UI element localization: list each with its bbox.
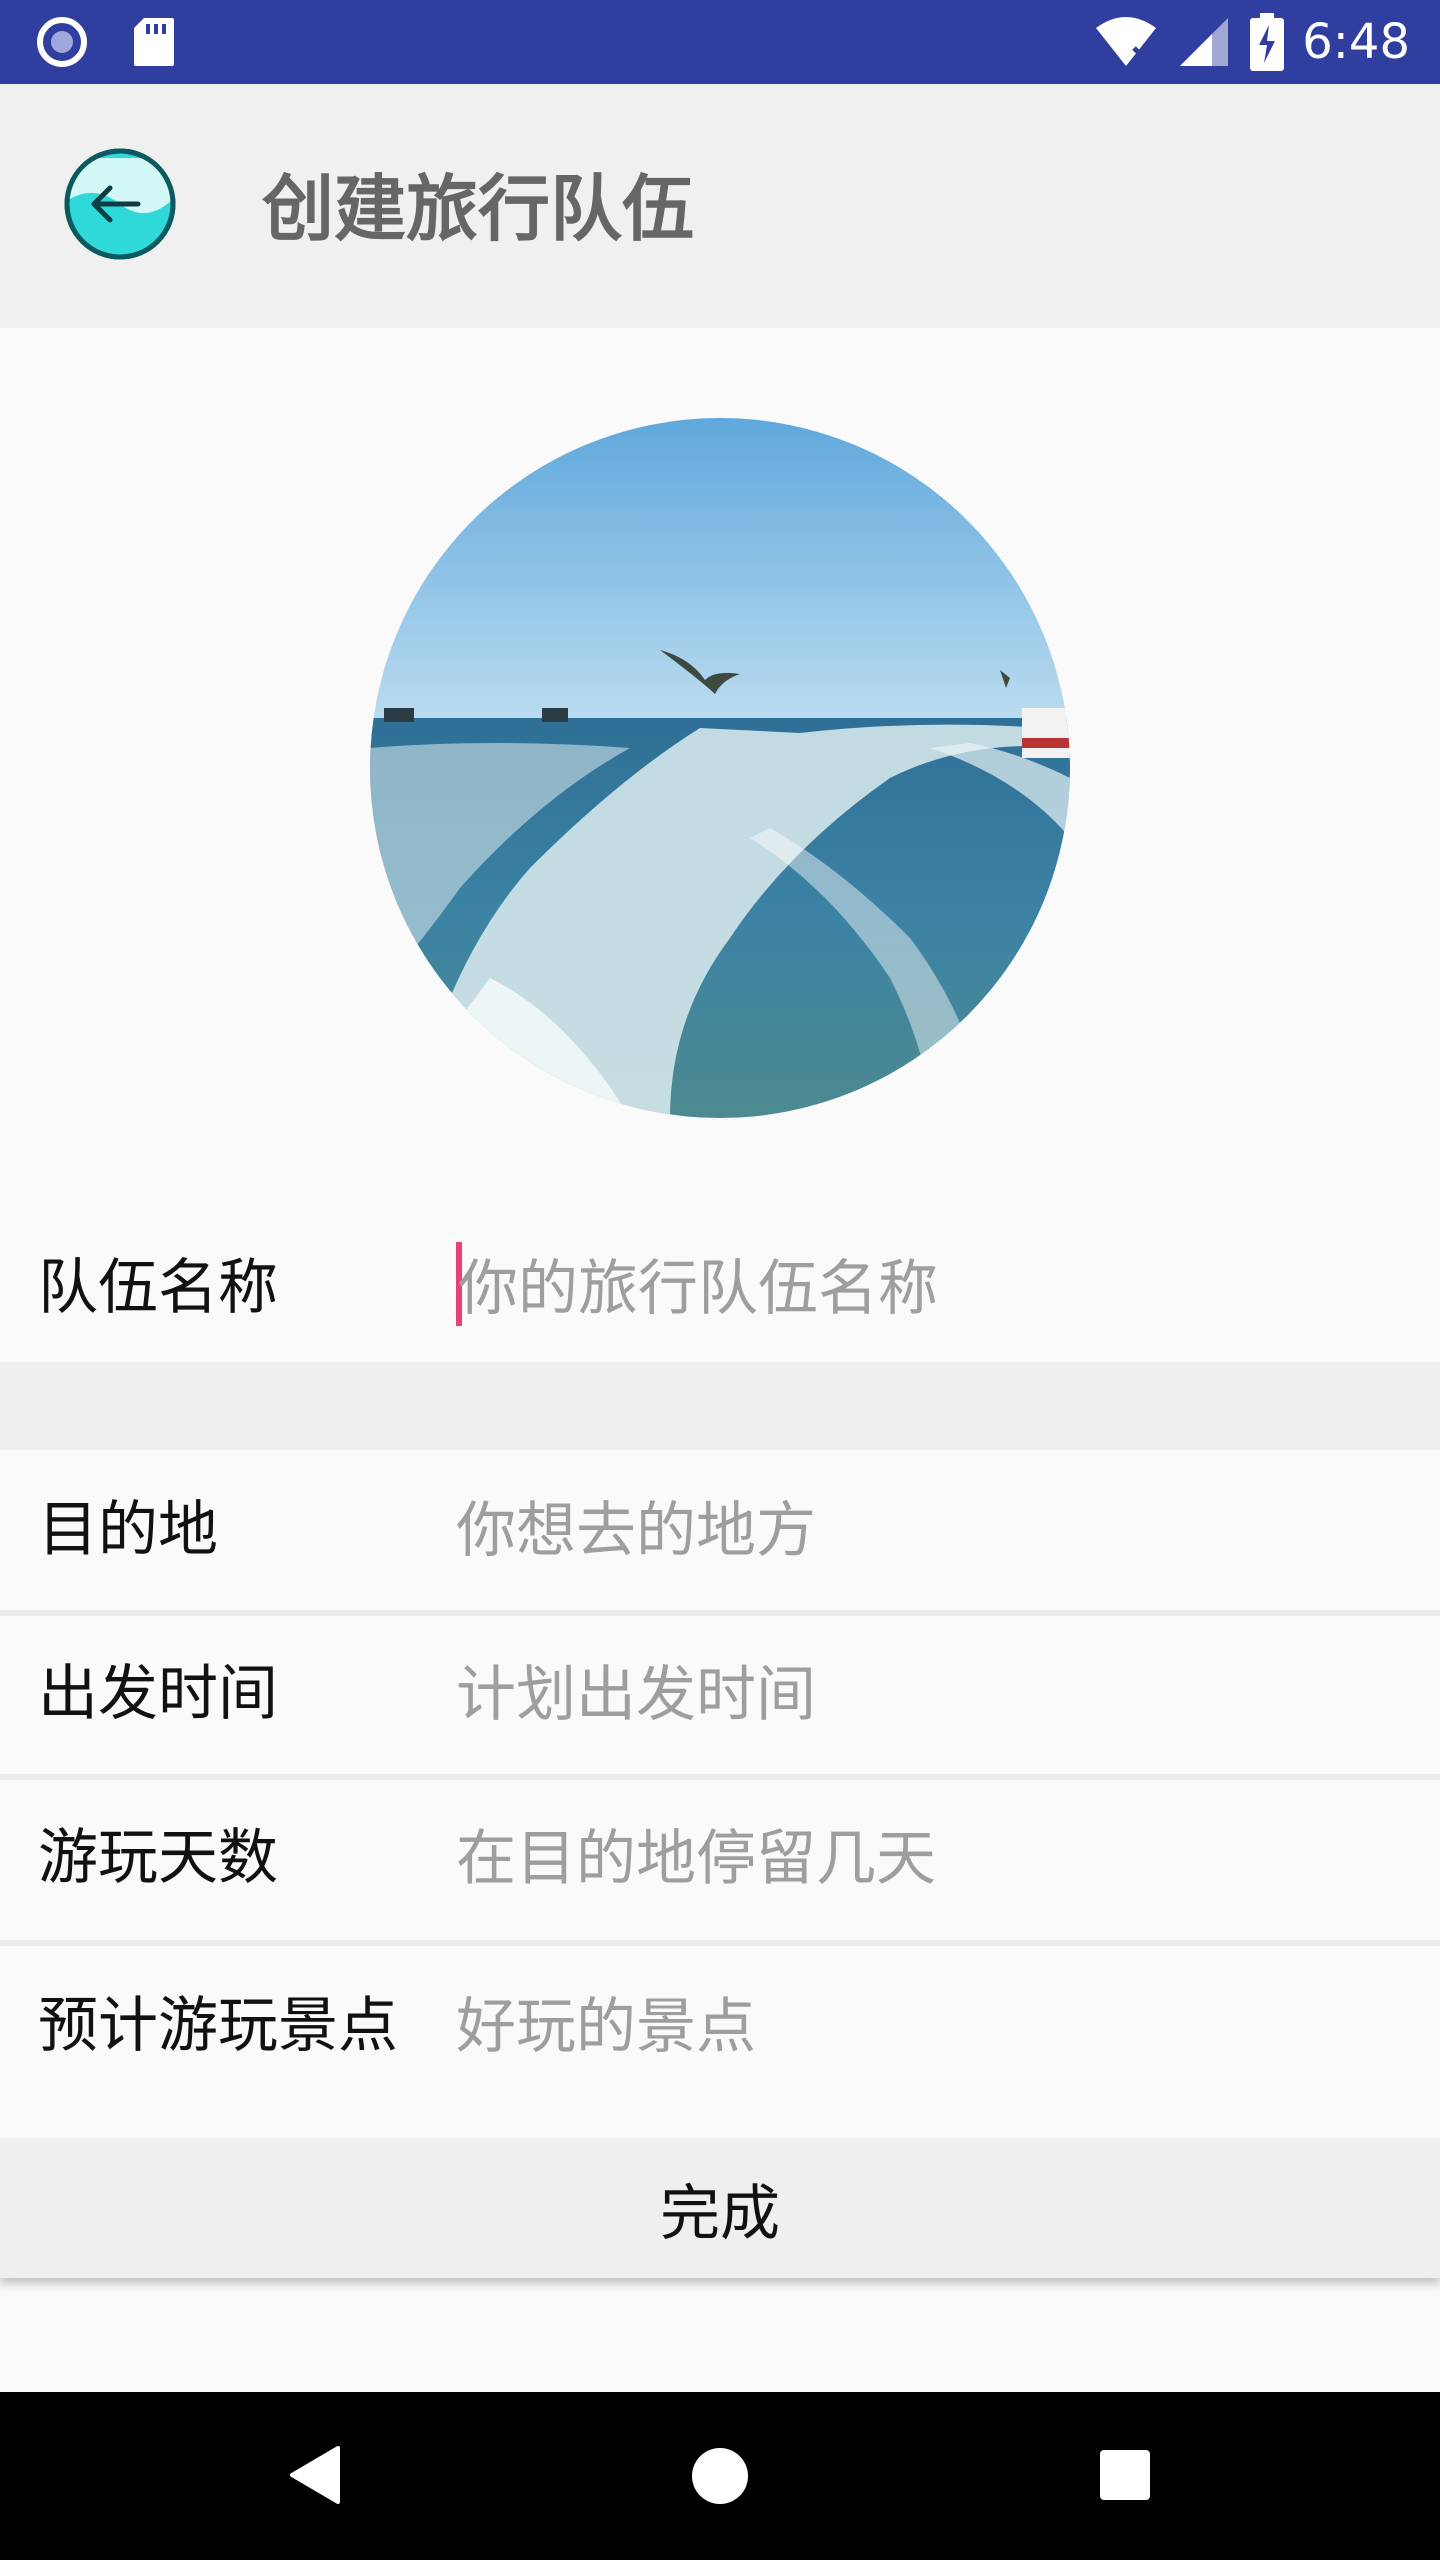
departure-time-row: 出发时间 xyxy=(0,1616,1440,1774)
record-icon xyxy=(37,17,87,67)
screen: 6:48 创建旅行队伍 队伍名称 你的旅行队伍名称 目的地 你想去的地方 出发时… xyxy=(0,0,1440,2560)
team-name-label: 队伍名称 xyxy=(38,1253,278,1323)
destination-row: 目的地 xyxy=(0,1450,1440,1610)
status-bar-left xyxy=(36,16,176,68)
departure-time-input[interactable] xyxy=(456,1650,1396,1740)
days-label: 游玩天数 xyxy=(38,1823,278,1893)
status-bar-right: 6:48 xyxy=(1094,10,1410,74)
days-input[interactable] xyxy=(456,1814,1396,1904)
page-title: 创建旅行队伍 xyxy=(262,167,695,251)
departure-time-label: 出发时间 xyxy=(38,1659,278,1729)
battery-charging-icon xyxy=(1250,13,1285,71)
destination-input[interactable] xyxy=(456,1486,1396,1576)
status-time: 6:48 xyxy=(1302,14,1410,70)
back-arrow-icon[interactable] xyxy=(64,148,176,260)
home-circle-icon[interactable] xyxy=(690,2446,750,2506)
app-bar: 创建旅行队伍 xyxy=(0,84,1440,328)
attractions-row: 预计游玩景点 xyxy=(0,1946,1440,2138)
team-avatar[interactable] xyxy=(370,418,1070,1118)
team-name-row: 队伍名称 xyxy=(0,1220,1440,1362)
status-bar: 6:48 xyxy=(0,0,1440,84)
wifi-off-icon xyxy=(1096,17,1157,66)
cell-signal-icon xyxy=(1180,18,1229,66)
navigation-bar xyxy=(0,2392,1440,2560)
days-row: 游玩天数 xyxy=(0,1780,1440,1940)
done-button[interactable]: 完成 xyxy=(0,2138,1440,2278)
sd-card-icon xyxy=(134,18,174,66)
recents-square-icon[interactable] xyxy=(1098,2448,1152,2502)
attractions-input[interactable] xyxy=(456,1982,1396,2072)
attractions-label: 预计游玩景点 xyxy=(38,1991,398,2061)
section-gap xyxy=(0,1362,1440,1450)
destination-label: 目的地 xyxy=(38,1495,218,1565)
team-name-input[interactable] xyxy=(458,1244,1398,1334)
back-triangle-icon[interactable] xyxy=(288,2444,342,2506)
sea-wake-photo xyxy=(370,418,1070,1118)
